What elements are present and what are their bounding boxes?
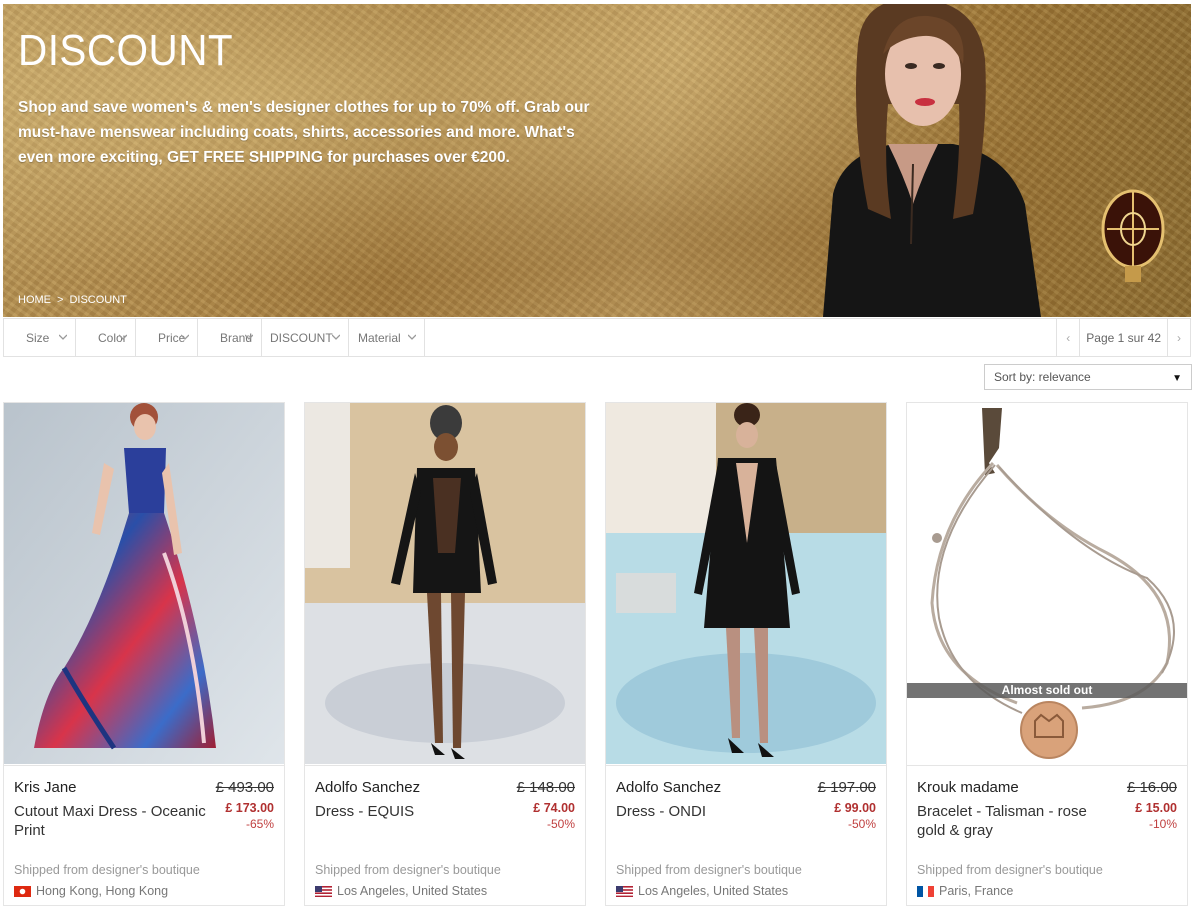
ship-location: Paris, France [917, 884, 1013, 898]
product-image [907, 403, 1187, 764]
sale-price: £ 99.00 [834, 801, 876, 815]
card-divider [606, 765, 886, 766]
filter-label: DISCOUNT [270, 330, 333, 345]
ship-location: Hong Kong, Hong Kong [14, 884, 168, 898]
chevron-down-icon [59, 334, 67, 340]
location-text: Paris, France [939, 884, 1014, 898]
card-divider [907, 765, 1187, 766]
us-flag-icon [616, 885, 633, 897]
page-title: DISCOUNT [18, 26, 234, 75]
breadcrumb-current: DISCOUNT [69, 294, 127, 306]
ship-location: Los Angeles, United States [315, 884, 487, 898]
product-card[interactable]: Adolfo Sanchez Dress - ONDI £ 197.00 £ 9… [605, 402, 887, 906]
location-text: Los Angeles, United States [638, 884, 789, 898]
original-price: £ 493.00 [215, 779, 274, 796]
shipping-note: Shipped from designer's boutique [14, 863, 200, 877]
chevron-down-icon [119, 334, 127, 340]
product-name[interactable]: Dress - ONDI [616, 802, 816, 821]
product-brand: Adolfo Sanchez [315, 779, 421, 796]
filter-material[interactable]: Material [349, 319, 425, 356]
product-name[interactable]: Bracelet - Talisman - rose gold & gray [917, 802, 1117, 840]
card-divider [4, 765, 284, 766]
breadcrumb-home[interactable]: HOME [18, 294, 51, 306]
discount-percent: -50% [546, 817, 575, 831]
filter-label: Size [26, 330, 50, 345]
hero-egg-ornament [1101, 189, 1165, 282]
hero-banner: DISCOUNT Shop and save women's & men's d… [3, 4, 1191, 317]
hero-description: Shop and save women's & men's designer c… [18, 99, 590, 166]
chevron-down-icon [245, 334, 253, 340]
breadcrumb-separator: > [57, 294, 64, 306]
chevron-down-icon [181, 334, 189, 340]
us-flag-icon [315, 885, 332, 897]
filter-brand[interactable]: Brand [198, 319, 262, 356]
sale-price: £ 15.00 [1135, 801, 1177, 815]
product-image [305, 403, 585, 764]
product-brand: Adolfo Sanchez [616, 779, 722, 796]
sort-label: Sort by: relevance [994, 370, 1091, 384]
ship-location: Los Angeles, United States [616, 884, 788, 898]
page-indicator: Page 1 sur 42 [1079, 319, 1167, 356]
original-price: £ 16.00 [1126, 779, 1177, 796]
discount-percent: -50% [847, 817, 876, 831]
chevron-down-icon [408, 334, 416, 340]
product-image [606, 403, 886, 764]
original-price: £ 197.00 [817, 779, 876, 796]
filter-color[interactable]: Color [76, 319, 136, 356]
almost-sold-out-badge: Almost sold out [907, 683, 1187, 698]
filter-bar: Size Color Price Brand DISCOUNT Material… [3, 318, 1191, 357]
card-divider [305, 765, 585, 766]
hong-kong-flag-icon [14, 885, 31, 897]
product-image [4, 403, 284, 764]
caret-down-icon: ▼ [1172, 373, 1182, 384]
shipping-note: Shipped from designer's boutique [315, 863, 501, 877]
breadcrumb: HOME > DISCOUNT [18, 294, 127, 306]
product-brand: Kris Jane [14, 779, 77, 796]
shipping-note: Shipped from designer's boutique [917, 863, 1103, 877]
next-page-button[interactable]: › [1167, 319, 1190, 356]
location-text: Hong Kong, Hong Kong [36, 884, 169, 898]
discount-percent: -65% [245, 817, 274, 831]
france-flag-icon [917, 885, 934, 897]
filter-size[interactable]: Size [4, 319, 76, 356]
product-card[interactable]: Kris Jane Cutout Maxi Dress - Oceanic Pr… [3, 402, 285, 906]
filter-discount[interactable]: DISCOUNT [262, 319, 349, 356]
product-card[interactable]: Almost sold out Krouk madame Bracelet - … [906, 402, 1188, 906]
discount-percent: -10% [1148, 817, 1177, 831]
location-text: Los Angeles, United States [337, 884, 488, 898]
product-card[interactable]: Adolfo Sanchez Dress - EQUIS £ 148.00 £ … [304, 402, 586, 906]
prev-page-button[interactable]: ‹ [1056, 319, 1079, 356]
shipping-note: Shipped from designer's boutique [616, 863, 802, 877]
sale-price: £ 74.00 [533, 801, 575, 815]
filter-label: Material [358, 330, 401, 345]
original-price: £ 148.00 [516, 779, 575, 796]
product-brand: Krouk madame [917, 779, 1019, 796]
chevron-down-icon [332, 334, 340, 340]
filter-price[interactable]: Price [136, 319, 198, 356]
sort-select[interactable]: Sort by: relevance ▼ [984, 364, 1192, 390]
hero-model-image [823, 4, 1041, 317]
pagination: ‹ Page 1 sur 42 › [1056, 319, 1190, 356]
product-name[interactable]: Cutout Maxi Dress - Oceanic Print [14, 802, 214, 840]
sale-price: £ 173.00 [225, 801, 274, 815]
product-name[interactable]: Dress - EQUIS [315, 802, 515, 821]
